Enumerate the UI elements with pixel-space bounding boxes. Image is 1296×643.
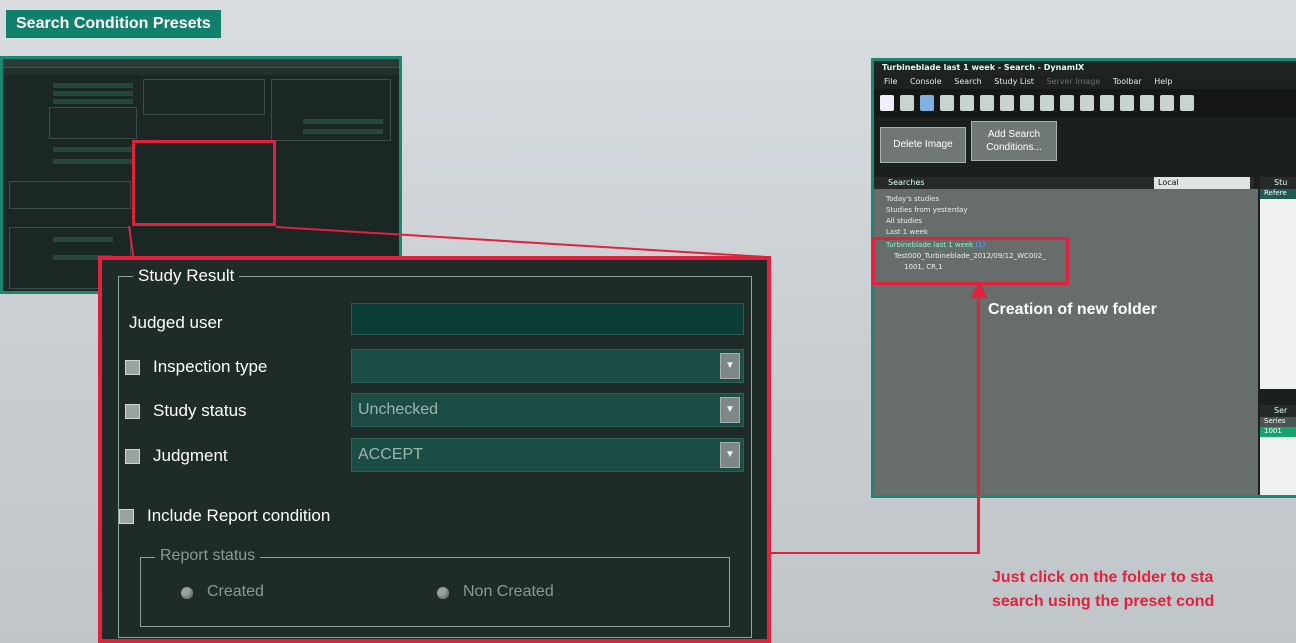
menu-help[interactable]: Help (1154, 77, 1172, 86)
study-status-value: Unchecked (358, 401, 439, 418)
instruction-note: Just click on the folder to sta search u… (992, 566, 1214, 614)
delete-icon[interactable] (1120, 95, 1134, 111)
thumb-field (53, 83, 133, 88)
qa-icon[interactable] (920, 95, 934, 111)
studies-list: Refere (1260, 189, 1296, 389)
judgment-select[interactable]: ACCEPT ▼ (351, 438, 744, 472)
filter-add-icon[interactable] (960, 95, 974, 111)
study-status-label: Study status (153, 401, 247, 420)
chevron-down-icon[interactable]: ▼ (720, 442, 740, 468)
open-icon[interactable] (900, 95, 914, 111)
location-value: Local (1158, 178, 1179, 187)
include-report-checkbox[interactable] (119, 509, 134, 524)
chevron-down-icon[interactable]: ▼ (720, 353, 740, 379)
thumb-field (53, 159, 133, 164)
studies-pane-header: Stu (1260, 177, 1296, 189)
sort-alt-icon[interactable] (1020, 95, 1034, 111)
location-select[interactable]: Local (1154, 177, 1250, 189)
arrow-up-icon (970, 282, 988, 298)
thumb-field (53, 91, 133, 96)
non-created-radio[interactable] (437, 587, 449, 599)
series-row[interactable]: 1001 (1260, 427, 1296, 437)
export-icon[interactable] (1060, 95, 1074, 111)
section-title: Search Condition Presets (6, 10, 221, 38)
non-created-label: Non Created (463, 583, 554, 600)
judgment-checkbox[interactable] (125, 449, 140, 464)
menu-console[interactable]: Console (910, 77, 942, 86)
thumb-group (49, 107, 137, 139)
judged-user-field[interactable] (351, 303, 744, 335)
arrow-shaft (977, 297, 980, 553)
inspection-type-label: Inspection type (153, 357, 268, 376)
thumb-field (303, 119, 383, 124)
group-title: Study Result (133, 266, 240, 286)
searches-tree-pane: Today's studies Studies from yesterday A… (874, 189, 1258, 495)
add-search-line2: Conditions... (986, 142, 1042, 153)
menu-server-image[interactable]: Server Image (1046, 77, 1100, 86)
tree-item-all[interactable]: All studies (886, 217, 922, 225)
tree-item-yesterday[interactable]: Studies from yesterday (886, 206, 967, 214)
action-row: Delete Image Add Search Conditions... (874, 117, 1296, 173)
study-result-zoom-panel: Study Result Judged user Inspection type… (98, 256, 771, 643)
inspection-type-checkbox[interactable] (125, 360, 140, 375)
window-title: Turbineblade last 1 week - Search - Dyna… (874, 61, 1296, 75)
judgment-value: ACCEPT (358, 446, 423, 463)
studies-col-header: Refere (1260, 189, 1296, 199)
new-folder-highlight (872, 237, 1069, 285)
thumb-tabs (3, 68, 399, 75)
thumb-group (143, 79, 265, 115)
inspection-type-select[interactable]: ▼ (351, 349, 744, 383)
add-search-line1: Add Search (987, 129, 1041, 140)
tree-item-last-week[interactable]: Last 1 week (886, 228, 928, 236)
toolbar (874, 89, 1296, 117)
connector-line (771, 552, 980, 554)
searches-header: Searches (888, 178, 925, 187)
report-icon[interactable] (1160, 95, 1174, 111)
created-radio[interactable] (181, 587, 193, 599)
thumb-field (303, 129, 383, 134)
judgment-label: Judgment (153, 446, 228, 465)
study-status-select[interactable]: Unchecked ▼ (351, 393, 744, 427)
add-search-conditions-button[interactable]: Add Search Conditions... (971, 121, 1057, 161)
series-list: Series 1001 (1260, 417, 1296, 495)
menu-search[interactable]: Search (954, 77, 981, 86)
series-pane-header: Ser (1260, 405, 1296, 417)
send-icon[interactable] (1080, 95, 1094, 111)
import-icon[interactable] (1040, 95, 1054, 111)
menu-toolbar[interactable]: Toolbar (1113, 77, 1142, 86)
chevron-down-icon[interactable]: ▼ (720, 397, 740, 423)
settings-icon[interactable] (1180, 95, 1194, 111)
thumb-field (53, 147, 133, 152)
thumb-group (9, 181, 131, 209)
judged-user-label: Judged user (129, 313, 223, 332)
instruction-line2: search using the preset cond (992, 593, 1215, 610)
filter-remove-icon[interactable] (980, 95, 994, 111)
created-label: Created (207, 583, 264, 600)
new-icon[interactable] (880, 95, 894, 111)
study-status-checkbox[interactable] (125, 404, 140, 419)
menu-bar: File Console Search Study List Server Im… (874, 75, 1296, 89)
include-report-label: Include Report condition (147, 506, 331, 525)
receive-icon[interactable] (1100, 95, 1114, 111)
new-folder-caption: Creation of new folder (988, 301, 1157, 318)
menu-file[interactable]: File (884, 77, 897, 86)
sort-icon[interactable] (1000, 95, 1014, 111)
report-status-group: Report status Created Non Created (140, 547, 730, 627)
tree-item-today[interactable]: Today's studies (886, 195, 939, 203)
instruction-line1: Just click on the folder to sta (992, 569, 1214, 586)
delete-image-button[interactable]: Delete Image (880, 127, 966, 163)
report-status-title: Report status (155, 547, 261, 565)
menu-study-list[interactable]: Study List (994, 77, 1034, 86)
thumb-field (53, 99, 133, 104)
print-icon[interactable] (1140, 95, 1154, 111)
thumb-titlebar (3, 59, 399, 68)
filter-icon[interactable] (940, 95, 954, 111)
series-col-header: Series (1260, 417, 1296, 427)
study-result-highlight (132, 140, 276, 226)
thumb-field (53, 237, 113, 242)
